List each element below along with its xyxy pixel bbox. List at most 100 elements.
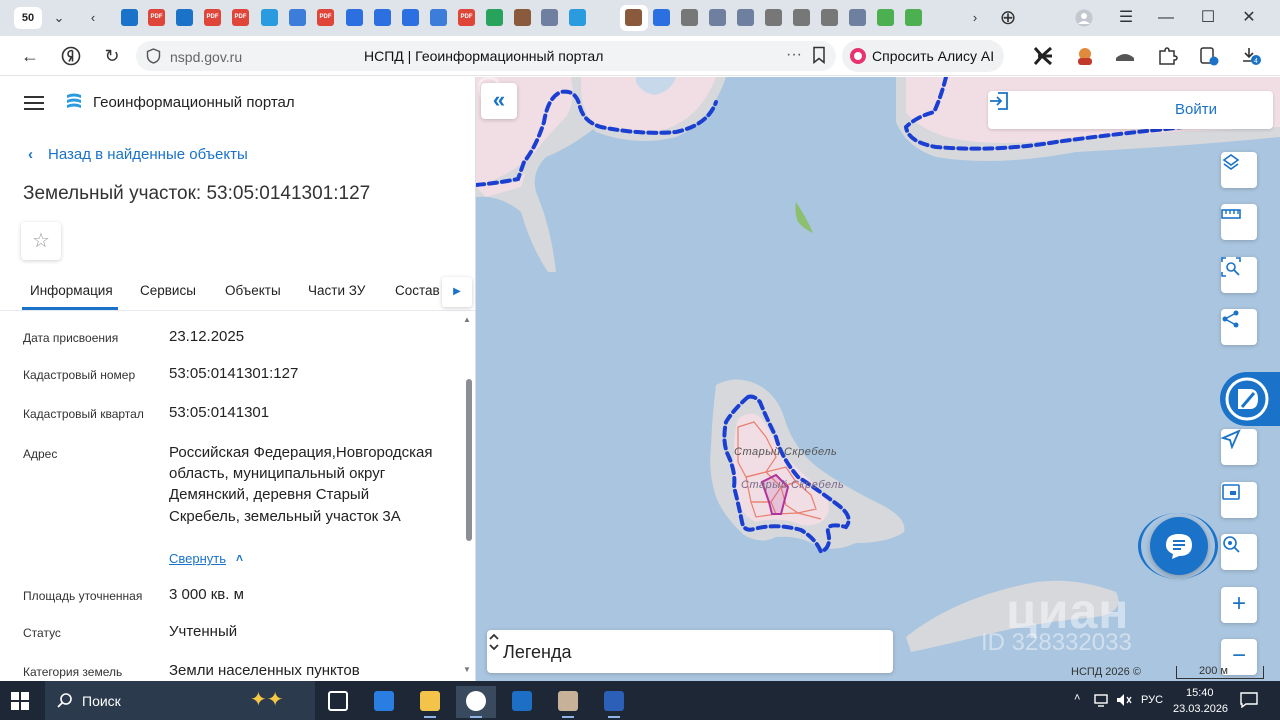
browser-tab[interactable] bbox=[709, 9, 726, 26]
browser-tab[interactable] bbox=[430, 9, 447, 26]
keyboard-language[interactable]: РУС bbox=[1141, 694, 1163, 706]
profile-icon[interactable] bbox=[1068, 4, 1100, 32]
browser-tab[interactable] bbox=[737, 9, 754, 26]
yandex-home-icon[interactable] bbox=[58, 43, 84, 69]
extensions-puzzle-icon[interactable] bbox=[1156, 46, 1178, 66]
tabs-next-button[interactable]: ▶ bbox=[442, 277, 472, 307]
new-tab-button[interactable]: ⊕ bbox=[992, 4, 1024, 32]
tray-expand-icon[interactable]: ˄ bbox=[1074, 692, 1080, 704]
browser-tab[interactable] bbox=[514, 9, 531, 26]
browser-tab[interactable] bbox=[877, 9, 894, 26]
extension-avatar-icon[interactable] bbox=[1074, 46, 1096, 66]
accessibility-widget-button[interactable] bbox=[1220, 372, 1280, 426]
browser-tab[interactable] bbox=[121, 9, 138, 26]
browser-tab[interactable]: PDF bbox=[148, 9, 165, 26]
browser-tab[interactable] bbox=[765, 9, 782, 26]
url-field[interactable]: nspd.gov.ru НСПД | Геоинформационный пор… bbox=[136, 41, 836, 71]
browser-tab[interactable] bbox=[486, 9, 503, 26]
tab-objects[interactable]: Объекты bbox=[225, 283, 281, 298]
volume-icon[interactable] bbox=[1116, 693, 1132, 707]
tab-services[interactable]: Сервисы bbox=[140, 283, 196, 298]
browser-tab[interactable] bbox=[821, 9, 838, 26]
browser-tab[interactable] bbox=[625, 9, 642, 26]
browser-tab[interactable] bbox=[793, 9, 810, 26]
clock-date[interactable]: 23.03.2026 bbox=[1173, 703, 1228, 715]
browser-menu-icon[interactable]: ☰ bbox=[1110, 4, 1142, 32]
my-location-button[interactable] bbox=[1221, 429, 1257, 465]
browser-tab[interactable]: PDF bbox=[204, 9, 221, 26]
tab-count-badge[interactable]: 50 bbox=[14, 7, 42, 29]
extension-kinopoisk-icon[interactable] bbox=[1032, 46, 1054, 66]
reload-icon[interactable]: ↻ bbox=[99, 43, 125, 69]
ruler-button[interactable] bbox=[1221, 204, 1257, 240]
bookmark-icon[interactable] bbox=[812, 46, 826, 64]
notifications-icon[interactable] bbox=[1240, 692, 1258, 708]
browser-tab[interactable]: PDF bbox=[232, 9, 249, 26]
browser-tab[interactable] bbox=[176, 9, 193, 26]
browser-tab[interactable] bbox=[289, 9, 306, 26]
close-window-button[interactable]: ✕ bbox=[1233, 4, 1265, 32]
browser-tab[interactable] bbox=[569, 9, 586, 26]
tab-parcel-parts[interactable]: Части ЗУ bbox=[308, 283, 365, 298]
tab-composition[interactable]: Состав bbox=[395, 283, 440, 298]
extension-hat-icon[interactable] bbox=[1114, 46, 1136, 66]
taskbar-yandex-browser-app[interactable] bbox=[456, 686, 496, 718]
windows-start-icon[interactable] bbox=[11, 692, 29, 710]
clock-time[interactable]: 15:40 bbox=[1186, 687, 1214, 699]
chat-support-button[interactable] bbox=[1150, 517, 1208, 575]
browser-tab[interactable] bbox=[346, 9, 363, 26]
taskbar-avatar-app[interactable] bbox=[548, 686, 588, 718]
browser-tab[interactable] bbox=[261, 9, 278, 26]
browser-tab[interactable] bbox=[653, 9, 670, 26]
taskbar-explorer-app[interactable] bbox=[410, 686, 450, 718]
legend-dropdown[interactable]: Легенда bbox=[487, 630, 893, 673]
taskbar-word-app[interactable] bbox=[594, 686, 634, 718]
scroll-down-icon[interactable]: ▼ bbox=[463, 665, 471, 674]
browser-tab[interactable] bbox=[849, 9, 866, 26]
tabs-scroll-left-icon[interactable]: ‹ bbox=[82, 6, 104, 30]
browser-tab[interactable] bbox=[402, 9, 419, 26]
browser-tab[interactable] bbox=[541, 9, 558, 26]
browser-tab[interactable] bbox=[681, 9, 698, 26]
back-to-results-link[interactable]: ‹ Назад в найденные объекты bbox=[28, 146, 248, 163]
taskbar-outlook-app[interactable] bbox=[502, 686, 542, 718]
print-map-button[interactable] bbox=[1221, 482, 1257, 518]
area-search-button[interactable] bbox=[1221, 257, 1257, 293]
taskbar-store-app[interactable] bbox=[364, 686, 404, 718]
tabs-scroll-right-icon[interactable]: › bbox=[964, 6, 986, 30]
zoom-in-button[interactable]: + bbox=[1221, 587, 1257, 623]
map-scale-bar: 200 м bbox=[1176, 665, 1264, 679]
favorite-star-button[interactable]: ☆ bbox=[21, 222, 61, 260]
layers-button[interactable] bbox=[1221, 152, 1257, 188]
collapse-panel-button[interactable]: « bbox=[481, 83, 517, 119]
taskbar-search-field[interactable]: Поиск ✦✦ bbox=[45, 681, 315, 720]
tabs-dropdown-icon[interactable]: ⌄ bbox=[48, 6, 70, 30]
ask-alice-button[interactable]: Спросить Алису AI bbox=[842, 40, 1004, 72]
site-info-icon[interactable] bbox=[146, 48, 161, 64]
downloads-icon[interactable]: 4 bbox=[1240, 46, 1262, 66]
map-canvas[interactable] bbox=[476, 77, 1280, 681]
collapse-address-link[interactable]: Свернуть bbox=[169, 551, 226, 566]
browser-tab[interactable]: PDF bbox=[317, 9, 334, 26]
scrollbar-thumb[interactable] bbox=[466, 379, 472, 541]
menu-icon[interactable] bbox=[24, 96, 44, 110]
tab-information[interactable]: Информация bbox=[30, 283, 113, 298]
browser-tab[interactable] bbox=[374, 9, 391, 26]
extension-translate-icon[interactable] bbox=[1198, 46, 1220, 66]
scroll-up-icon[interactable]: ▲ bbox=[463, 315, 471, 324]
browser-tab[interactable] bbox=[905, 9, 922, 26]
minimize-button[interactable]: — bbox=[1150, 4, 1182, 32]
task-view-button[interactable] bbox=[318, 686, 358, 718]
search-location-button[interactable] bbox=[1221, 534, 1257, 570]
chevron-up-icon[interactable]: ˄ bbox=[236, 551, 243, 565]
maximize-button[interactable]: ☐ bbox=[1192, 4, 1224, 32]
more-dots-icon[interactable]: ··· bbox=[786, 46, 802, 64]
network-icon[interactable] bbox=[1094, 693, 1110, 707]
browser-tab[interactable]: PDF bbox=[458, 9, 475, 26]
map-view[interactable]: Старый Скребель Старый Скребель циан ID … bbox=[476, 77, 1280, 681]
login-button[interactable]: Войти bbox=[1175, 101, 1217, 118]
login-icon[interactable] bbox=[988, 91, 1010, 111]
share-button[interactable] bbox=[1221, 309, 1257, 345]
panel-scrollbar[interactable]: ▲ ▼ bbox=[463, 313, 475, 681]
back-button[interactable]: ← bbox=[17, 43, 43, 69]
